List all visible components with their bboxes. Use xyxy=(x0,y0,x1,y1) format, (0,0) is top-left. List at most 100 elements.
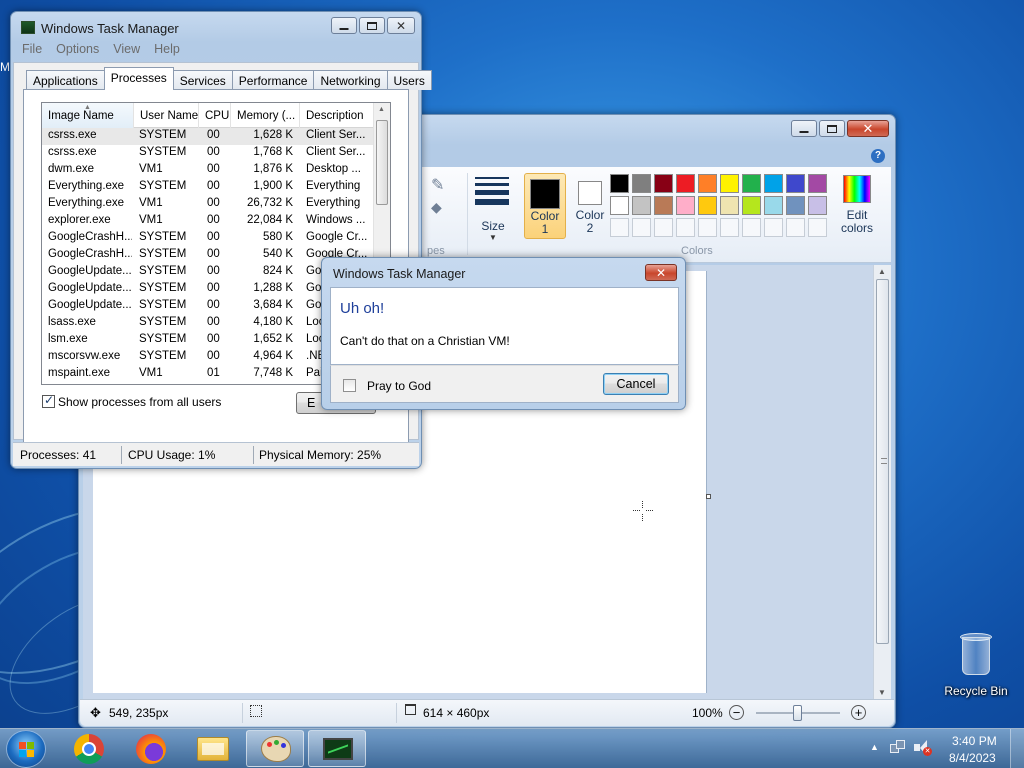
custom-color-slot[interactable] xyxy=(786,218,805,237)
palette-swatch[interactable] xyxy=(654,174,673,193)
column-cpu[interactable]: CPU xyxy=(199,103,231,128)
cancel-button[interactable]: Cancel xyxy=(603,373,669,395)
task-manager-caption-buttons: ✕ xyxy=(331,17,415,34)
palette-swatch[interactable] xyxy=(698,196,717,215)
table-row[interactable]: csrss.exe SYSTEM 00 1,628 K Client Ser... xyxy=(42,128,373,145)
menu-view[interactable]: View xyxy=(106,42,147,56)
task-manager-minimize-button[interactable] xyxy=(331,17,357,34)
process-user-name: SYSTEM xyxy=(139,333,187,345)
table-row[interactable]: Everything.exe SYSTEM 00 1,900 K Everything xyxy=(42,179,373,196)
edit-colors-button[interactable]: Edit colors xyxy=(835,173,879,239)
task-manager-menubar: File Options View Help xyxy=(15,42,187,56)
menu-help[interactable]: Help xyxy=(147,42,187,56)
tab-processes[interactable]: Processes xyxy=(103,67,174,90)
show-all-users-checkbox[interactable]: ✓ xyxy=(42,393,55,408)
paint-close-button[interactable]: ✕ xyxy=(847,120,889,137)
palette-swatch[interactable] xyxy=(764,196,783,215)
palette-swatch[interactable] xyxy=(808,196,827,215)
clock-time[interactable]: 3:40 PM xyxy=(952,734,997,748)
palette-swatch[interactable] xyxy=(698,174,717,193)
zoom-in-button[interactable]: + xyxy=(851,705,866,720)
palette-swatch[interactable] xyxy=(720,196,739,215)
taskbar-explorer[interactable] xyxy=(184,730,242,767)
palette-swatch[interactable] xyxy=(676,174,695,193)
scrollbar-thumb[interactable] xyxy=(876,279,889,644)
tab-users[interactable]: Users xyxy=(386,70,432,90)
paint-minimize-button[interactable] xyxy=(791,120,817,137)
table-row[interactable]: GoogleCrashH... SYSTEM 00 580 K Google Cr... xyxy=(42,230,373,247)
palette-swatch[interactable] xyxy=(742,174,761,193)
process-image-name: dwm.exe xyxy=(48,163,95,175)
custom-color-slot[interactable] xyxy=(654,218,673,237)
tab-applications[interactable]: Applications xyxy=(26,70,105,90)
menu-options[interactable]: Options xyxy=(49,42,106,56)
pencil-tool-icon[interactable]: ✎ xyxy=(431,175,444,195)
palette-swatch[interactable] xyxy=(610,174,629,193)
color1-button[interactable]: Color 1 xyxy=(524,173,566,239)
volume-muted-icon[interactable]: ✕ xyxy=(914,739,932,757)
task-manager-maximize-button[interactable] xyxy=(359,17,385,34)
tab-performance[interactable]: Performance xyxy=(231,70,315,90)
palette-swatch[interactable] xyxy=(786,196,805,215)
column-image-name[interactable]: Image Name ▲ xyxy=(42,103,134,128)
column-memory[interactable]: Memory (... xyxy=(231,103,300,128)
palette-swatch[interactable] xyxy=(632,174,651,193)
start-button[interactable] xyxy=(6,730,46,768)
custom-color-slot[interactable] xyxy=(676,218,695,237)
table-row[interactable]: dwm.exe VM1 00 1,876 K Desktop ... xyxy=(42,162,373,179)
tab-networking[interactable]: Networking xyxy=(313,70,388,90)
zoom-slider-thumb[interactable] xyxy=(793,705,802,721)
dialog-close-button[interactable]: ✕ xyxy=(645,264,677,281)
palette-swatch[interactable] xyxy=(654,196,673,215)
clock-date[interactable]: 8/4/2023 xyxy=(949,751,996,765)
palette-swatch[interactable] xyxy=(632,196,651,215)
custom-color-slot[interactable] xyxy=(610,218,629,237)
color2-button[interactable]: Color 2 xyxy=(570,173,610,239)
palette-swatch[interactable] xyxy=(786,174,805,193)
canvas-vertical-scrollbar[interactable]: ▲ ▼ xyxy=(873,265,891,699)
scrollbar-thumb[interactable] xyxy=(376,120,388,205)
process-cpu: 00 xyxy=(207,231,220,243)
show-desktop-button[interactable] xyxy=(1010,729,1024,768)
scroll-up-icon[interactable]: ▲ xyxy=(378,106,385,113)
table-row[interactable]: explorer.exe VM1 00 22,084 K Windows ... xyxy=(42,213,373,230)
zoom-out-button[interactable]: − xyxy=(729,705,744,720)
pray-checkbox[interactable] xyxy=(343,379,356,392)
scroll-up-icon[interactable]: ▲ xyxy=(878,267,886,276)
palette-swatch[interactable] xyxy=(742,196,761,215)
error-dialog[interactable]: Windows Task Manager ✕ Uh oh! Can't do t… xyxy=(321,257,686,410)
column-description[interactable]: Description xyxy=(300,103,380,128)
palette-swatch[interactable] xyxy=(676,196,695,215)
process-user-name: SYSTEM xyxy=(139,248,187,260)
scroll-down-icon[interactable]: ▼ xyxy=(878,688,886,697)
paint-maximize-button[interactable] xyxy=(819,120,845,137)
palette-swatch[interactable] xyxy=(808,174,827,193)
task-manager-close-button[interactable]: ✕ xyxy=(387,17,415,34)
palette-swatch[interactable] xyxy=(764,174,783,193)
taskbar-chrome[interactable] xyxy=(60,730,118,767)
custom-color-slot[interactable] xyxy=(764,218,783,237)
taskbar-task-manager[interactable] xyxy=(308,730,366,767)
help-icon[interactable]: ? xyxy=(871,149,885,163)
custom-color-slot[interactable] xyxy=(742,218,761,237)
size-button[interactable]: Size ▼ xyxy=(473,173,513,242)
palette-swatch[interactable] xyxy=(610,196,629,215)
column-user-name[interactable]: User Name xyxy=(134,103,199,128)
taskbar-paint[interactable] xyxy=(246,730,304,767)
custom-color-slot[interactable] xyxy=(632,218,651,237)
custom-color-slot[interactable] xyxy=(808,218,827,237)
canvas-resize-handle[interactable] xyxy=(706,494,711,499)
taskbar-firefox[interactable] xyxy=(122,730,180,767)
custom-color-slot[interactable] xyxy=(698,218,717,237)
process-memory: 1,288 K xyxy=(253,282,293,294)
custom-color-slot[interactable] xyxy=(720,218,739,237)
table-row[interactable]: Everything.exe VM1 00 26,732 K Everything xyxy=(42,196,373,213)
fill-tool-icon[interactable]: ◆ xyxy=(431,199,442,216)
tab-services[interactable]: Services xyxy=(172,70,233,90)
palette-swatch[interactable] xyxy=(720,174,739,193)
menu-file[interactable]: File xyxy=(15,42,49,56)
recycle-bin-shortcut[interactable]: Recycle Bin xyxy=(936,630,1016,702)
show-hidden-icons-button[interactable]: ▲ xyxy=(870,742,879,752)
table-row[interactable]: csrss.exe SYSTEM 00 1,768 K Client Ser... xyxy=(42,145,373,162)
network-status-icon[interactable] xyxy=(890,740,906,756)
